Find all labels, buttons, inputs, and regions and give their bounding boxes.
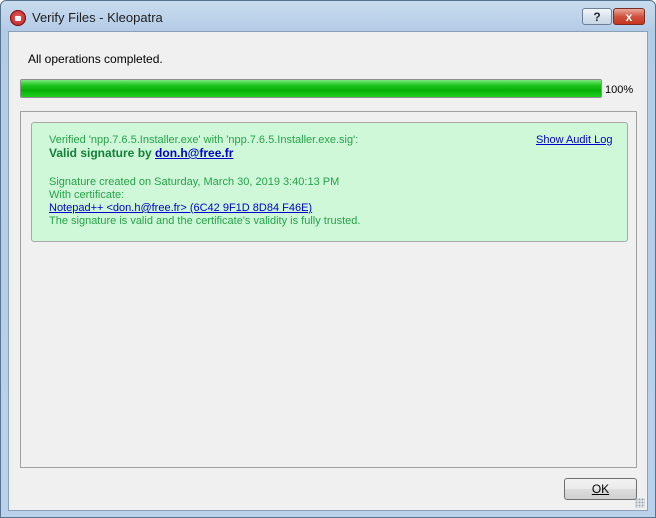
resize-grip[interactable] [635, 498, 645, 508]
progress-bar-fill [21, 80, 601, 97]
progress-bar [20, 79, 602, 98]
signer-email-link[interactable]: don.h@free.fr [155, 146, 233, 160]
show-audit-log-link[interactable]: Show Audit Log [536, 134, 612, 147]
help-button[interactable]: ? [582, 8, 612, 25]
certificate-line: Notepad++ <don.h@free.fr> (6C42 9F1D 8D8… [49, 202, 312, 215]
close-icon: x [625, 9, 633, 24]
ok-button[interactable]: OK [564, 478, 637, 500]
verification-result: Verified 'npp.7.6.5.Installer.exe' with … [31, 122, 628, 242]
progress-percent-label: 100% [605, 84, 634, 96]
close-button[interactable]: x [613, 8, 645, 25]
valid-signature-line: Valid signature by don.h@free.fr [49, 147, 233, 160]
kleopatra-window: Verify Files - Kleopatra ? x All operati… [0, 0, 656, 518]
validity-line: The signature is valid and the certifica… [49, 215, 361, 227]
title-bar[interactable]: Verify Files - Kleopatra ? x [1, 1, 655, 31]
dialog-body: All operations completed. 100% Verified … [8, 31, 648, 511]
signature-created-line: Signature created on Saturday, March 30,… [49, 176, 340, 188]
valid-signature-prefix: Valid signature by [49, 146, 156, 160]
status-message: All operations completed. [28, 52, 163, 66]
certificate-link[interactable]: Notepad++ <don.h@free.fr> (6C42 9F1D 8D8… [49, 202, 312, 214]
with-certificate-line: With certificate: [49, 189, 125, 201]
window-title: Verify Files - Kleopatra [32, 10, 163, 25]
results-panel: Verified 'npp.7.6.5.Installer.exe' with … [20, 111, 637, 468]
ok-button-label: OK [591, 482, 610, 496]
kleopatra-app-icon [10, 10, 26, 26]
